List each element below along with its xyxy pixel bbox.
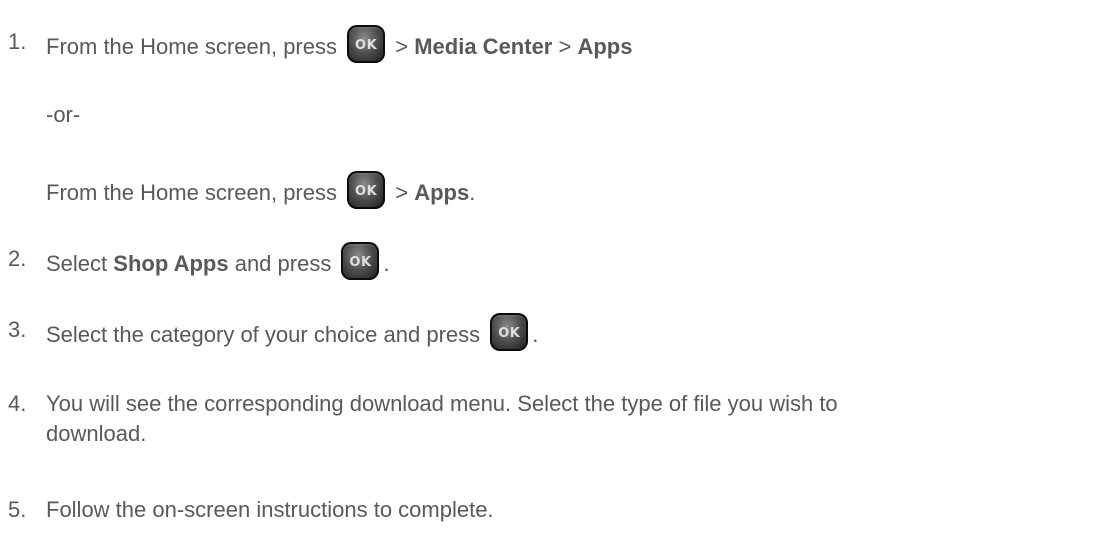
step-5: 5. Follow the on-screen instructions to … xyxy=(8,497,1108,527)
step-2: 2. Select Shop Apps and press OK. xyxy=(8,242,1108,280)
menu-item-apps: Apps xyxy=(414,179,470,205)
menu-item-apps: Apps xyxy=(577,33,633,59)
step-3: 3. Select the category of your choice an… xyxy=(8,313,1108,351)
ok-button-icon: OK xyxy=(347,171,386,209)
step-text: From the Home screen, press OK > Media C… xyxy=(46,25,633,67)
step-text: Select the category of your choice and p… xyxy=(46,313,538,355)
step-1-alternative: From the Home screen, press OK > Apps. xyxy=(46,171,1106,209)
step-text-line-1: You will see the corresponding download … xyxy=(46,391,838,416)
ok-button-icon: OK xyxy=(341,242,380,280)
step-4: 4. You will see the corresponding downlo… xyxy=(8,391,1108,451)
or-text: -or- xyxy=(46,102,81,127)
menu-item-shop-apps: Shop Apps xyxy=(113,250,229,276)
step-text: Select Shop Apps and press OK. xyxy=(46,242,390,284)
step-number: 3. xyxy=(8,317,27,342)
menu-item-media-center: Media Center xyxy=(414,33,553,59)
step-number: 5. xyxy=(8,497,27,522)
ok-button-icon: OK xyxy=(347,25,386,63)
step-1: 1. From the Home screen, press OK > Medi… xyxy=(8,25,1108,63)
step-text: Follow the on-screen instructions to com… xyxy=(46,497,494,522)
step-number: 2. xyxy=(8,246,27,271)
ok-button-icon: OK xyxy=(490,313,529,351)
step-number: 4. xyxy=(8,391,27,416)
step-text-line-2: download. xyxy=(46,421,147,446)
step-number: 1. xyxy=(8,29,27,54)
